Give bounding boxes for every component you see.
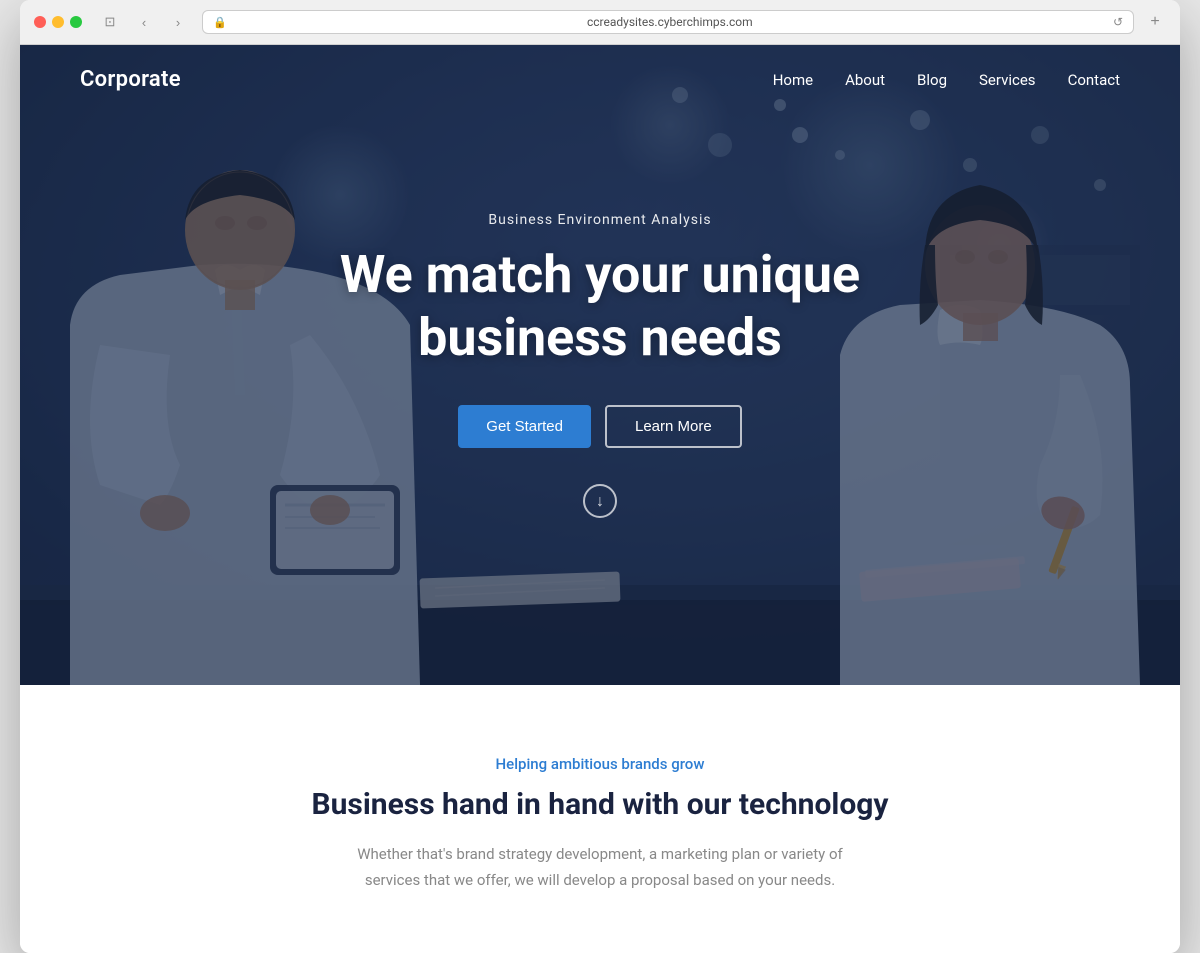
hero-buttons: Get Started Learn More (458, 405, 741, 448)
hero-title-line2: business needs (418, 307, 782, 368)
forward-button[interactable]: › (164, 11, 192, 33)
minimize-button[interactable] (52, 16, 64, 28)
browser-controls: ⊡ ‹ › (96, 11, 192, 33)
hero-tagline: Business Environment Analysis (488, 212, 711, 228)
below-fold-section: Helping ambitious brands grow Business h… (20, 685, 1180, 953)
traffic-lights (34, 16, 82, 28)
maximize-button[interactable] (70, 16, 82, 28)
nav-home[interactable]: Home (773, 71, 813, 89)
refresh-icon: ↺ (1113, 15, 1123, 29)
site-header: Corporate Home About Blog Services Conta… (20, 45, 1180, 114)
nav-contact[interactable]: Contact (1068, 71, 1120, 89)
hero-wrapper: Corporate Home About Blog Services Conta… (20, 45, 1180, 685)
hero-content: Business Environment Analysis We match y… (20, 45, 1180, 685)
hero-title: We match your unique business needs (340, 244, 860, 369)
browser-window: ⊡ ‹ › 🔒 ccreadysites.cyberchimps.com ↺ +… (20, 0, 1180, 953)
url-text: ccreadysites.cyberchimps.com (233, 15, 1107, 29)
learn-more-button[interactable]: Learn More (605, 405, 742, 448)
close-button[interactable] (34, 16, 46, 28)
scroll-down-button[interactable]: ↓ (583, 484, 617, 518)
lock-icon: 🔒 (213, 16, 227, 29)
nav-about[interactable]: About (845, 71, 885, 89)
site-content: Corporate Home About Blog Services Conta… (20, 45, 1180, 953)
address-bar[interactable]: 🔒 ccreadysites.cyberchimps.com ↺ (202, 10, 1134, 34)
browser-toolbar: ⊡ ‹ › 🔒 ccreadysites.cyberchimps.com ↺ + (20, 0, 1180, 45)
hero-section: Business Environment Analysis We match y… (20, 45, 1180, 685)
sidebar-toggle-button[interactable]: ⊡ (96, 11, 124, 33)
section-title: Business hand in hand with our technolog… (80, 787, 1120, 822)
hero-title-line1: We match your unique (340, 244, 860, 305)
section-description: Whether that's brand strategy developmen… (350, 842, 850, 893)
section-eyebrow: Helping ambitious brands grow (80, 755, 1120, 773)
site-nav: Home About Blog Services Contact (773, 71, 1120, 89)
nav-services[interactable]: Services (979, 71, 1036, 89)
new-tab-button[interactable]: + (1144, 11, 1166, 33)
get-started-button[interactable]: Get Started (458, 405, 591, 448)
nav-blog[interactable]: Blog (917, 71, 947, 89)
site-logo: Corporate (80, 67, 181, 92)
back-button[interactable]: ‹ (130, 11, 158, 33)
